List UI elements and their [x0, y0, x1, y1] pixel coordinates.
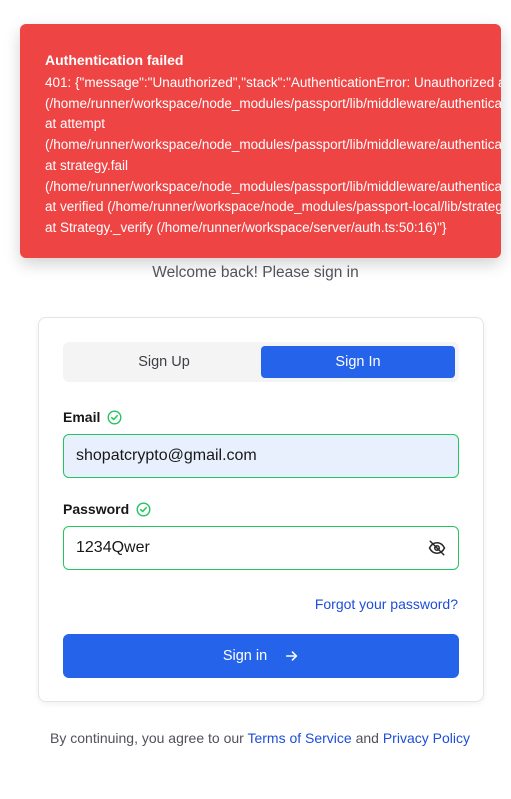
email-value: shopatcrypto@gmail.com — [76, 447, 257, 464]
toast-line: at attempt — [45, 116, 106, 132]
tab-sign-up[interactable]: Sign Up — [67, 346, 261, 378]
sign-in-button-label: Sign in — [222, 648, 268, 664]
check-circle-icon — [107, 410, 122, 425]
password-label: Password — [63, 501, 130, 517]
toast-line: (/home/runner/workspace/node_modules/pas… — [45, 95, 501, 111]
toast-line: at verified (/home/runner/workspace/node… — [45, 199, 501, 215]
check-circle-icon — [136, 502, 151, 517]
email-label-row: Email — [63, 408, 122, 426]
legal-prefix: By continuing, you agree to our — [50, 730, 248, 746]
eye-off-icon[interactable] — [428, 539, 446, 557]
toast-message: 401: {"message":"Unauthorized","stack":"… — [45, 73, 501, 239]
auth-page: Authentication failed 401: {"message":"U… — [0, 0, 511, 799]
password-field[interactable]: 1234Qwer — [63, 526, 459, 570]
toast-line: at strategy.fail — [45, 157, 129, 173]
toast-line: at Strategy._verify (/home/runner/worksp… — [45, 219, 447, 235]
page-subtitle: Welcome back! Please sign in — [152, 264, 359, 281]
toast-line: (/home/runner/workspace/node_modules/pas… — [45, 178, 501, 194]
password-value: 1234Qwer — [76, 539, 150, 556]
legal-notice: By continuing, you agree to our Terms of… — [50, 728, 470, 748]
password-label-row: Password — [63, 500, 151, 518]
forgot-password-link[interactable]: Forgot your password? — [315, 595, 458, 613]
terms-of-service-link[interactable]: Terms of Service — [247, 730, 351, 746]
auth-tabs: Sign Up Sign In — [63, 342, 459, 382]
email-label: Email — [63, 409, 101, 425]
toast-line: (/home/runner/workspace/node_modules/pas… — [45, 137, 501, 153]
arrow-right-icon — [285, 649, 299, 663]
toast-title: Authentication failed — [45, 52, 184, 68]
error-toast[interactable]: Authentication failed 401: {"message":"U… — [20, 24, 501, 258]
privacy-policy-link[interactable]: Privacy Policy — [383, 730, 470, 746]
sign-in-card: Sign Up Sign In Email shopatcrypto@gmail… — [38, 317, 484, 702]
sign-in-button[interactable]: Sign in — [63, 634, 459, 678]
email-field[interactable]: shopatcrypto@gmail.com — [63, 434, 459, 478]
tab-sign-in[interactable]: Sign In — [261, 346, 455, 378]
toast-line: 401: {"message":"Unauthorized","stack":"… — [45, 75, 501, 90]
legal-and: and — [351, 730, 383, 746]
